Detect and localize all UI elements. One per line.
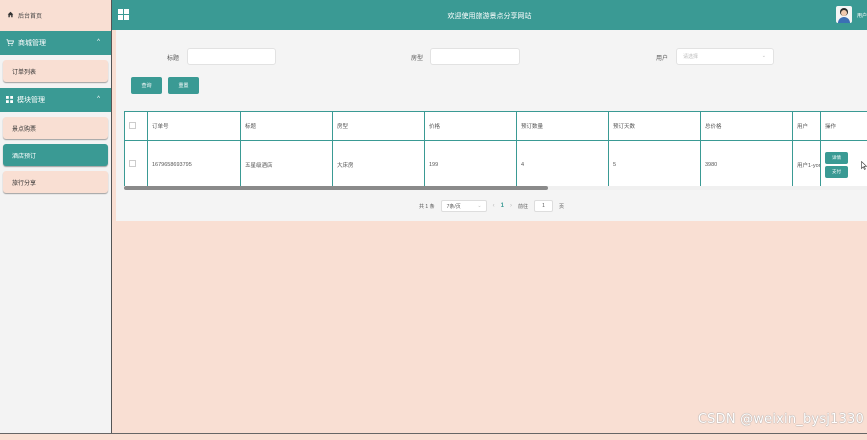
sidebar-item-hotel-booking[interactable]: 酒店预订 bbox=[3, 144, 108, 166]
price-cell: 199 bbox=[424, 140, 517, 189]
home-icon bbox=[7, 11, 14, 20]
sidebar-item-label: 酒店预订 bbox=[12, 153, 37, 160]
chevron-up-icon: ^ bbox=[97, 39, 100, 45]
sidebar-group-label: 商城管理 bbox=[18, 40, 46, 47]
room-filter-input[interactable] bbox=[430, 48, 520, 65]
column-header: 用户 bbox=[792, 111, 821, 141]
header-user-label[interactable]: 用户 bbox=[857, 12, 867, 19]
orders-table: 订单号 标题 房型 价格 预订数量 预订天数 总价格 用户 操作 1679658… bbox=[124, 111, 867, 190]
table-header-row: 订单号 标题 房型 价格 预订数量 预订天数 总价格 用户 操作 bbox=[124, 111, 867, 141]
prev-page-icon[interactable]: ‹ bbox=[493, 203, 495, 209]
row-checkbox[interactable] bbox=[129, 160, 136, 167]
pay-button[interactable]: 支付 bbox=[825, 165, 848, 178]
bottom-divider bbox=[0, 433, 867, 434]
scrollbar-thumb[interactable] bbox=[124, 186, 548, 190]
select-all-checkbox[interactable] bbox=[129, 121, 136, 129]
table-scrollbar[interactable] bbox=[124, 186, 867, 190]
chevron-down-icon: ⌄ bbox=[477, 203, 482, 209]
avatar[interactable] bbox=[836, 6, 852, 23]
sidebar-home[interactable]: 后台首页 bbox=[0, 0, 111, 31]
page-title: 欢迎使用旅游景点分享网站 bbox=[447, 13, 532, 20]
chevron-down-icon: ⌄ bbox=[761, 53, 766, 59]
sidebar-group-mall[interactable]: 商城管理 ^ bbox=[0, 31, 111, 55]
sidebar-item-tickets[interactable]: 景点购票 bbox=[3, 117, 108, 139]
sidebar-home-label: 后台首页 bbox=[18, 14, 43, 20]
reset-button[interactable]: 重置 bbox=[168, 77, 199, 94]
days-cell: 5 bbox=[608, 140, 701, 189]
total-cell: 3980 bbox=[700, 140, 793, 189]
table-row: 1679658693795 五星级酒店 大床房 199 4 5 3980 用户1… bbox=[124, 140, 867, 189]
select-all-cell[interactable] bbox=[124, 111, 148, 141]
sidebar-item-label: 景点购票 bbox=[12, 126, 37, 133]
mouse-cursor-icon bbox=[861, 161, 867, 170]
room-cell: 大床房 bbox=[332, 140, 425, 189]
column-header: 房型 bbox=[332, 111, 425, 141]
total-count: 共 1 条 bbox=[419, 203, 435, 210]
column-header: 标题 bbox=[240, 111, 333, 141]
sidebar-item-orders[interactable]: 订单列表 bbox=[3, 60, 108, 82]
user-filter-select[interactable]: 请选择 ⌄ bbox=[676, 48, 774, 65]
column-header: 操作 bbox=[820, 111, 867, 141]
sidebar-item-label: 旅行分享 bbox=[12, 180, 37, 187]
chevron-up-icon: ^ bbox=[97, 96, 100, 102]
title-filter-label: 标题 bbox=[167, 56, 180, 62]
title-filter-input[interactable] bbox=[187, 48, 276, 65]
pagination: 共 1 条 7条/页 ⌄ ‹ 1 › 前往 1 页 bbox=[116, 200, 867, 212]
page-size-select[interactable]: 7条/页 ⌄ bbox=[440, 200, 487, 212]
page-size-value: 7条/页 bbox=[446, 203, 461, 210]
user-filter-label: 用户 bbox=[656, 56, 669, 62]
watermark: CSDN @weixin_bysj1330 bbox=[697, 412, 864, 427]
sidebar-group-label: 模块管理 bbox=[17, 97, 45, 104]
order-number-cell: 1679658693795 bbox=[147, 140, 241, 189]
user-cell: 用户1-yong bbox=[792, 140, 821, 189]
grid-icon bbox=[6, 95, 13, 105]
column-header: 总价格 bbox=[700, 111, 793, 141]
content-panel: 标题 房型 用户 请选择 ⌄ 查询 重置 订单号 标题 房型 价格 预订数量 预… bbox=[116, 30, 867, 221]
details-button[interactable]: 详情 bbox=[825, 151, 848, 164]
top-header: 欢迎使用旅游景点分享网站 用户 bbox=[112, 0, 867, 30]
goto-page-input[interactable]: 1 bbox=[533, 200, 553, 212]
column-header: 预订数量 bbox=[516, 111, 609, 141]
goto-label: 前往 bbox=[517, 203, 528, 210]
search-button[interactable]: 查询 bbox=[131, 77, 162, 94]
column-header: 订单号 bbox=[147, 111, 241, 141]
column-header: 价格 bbox=[424, 111, 517, 141]
page-suffix: 页 bbox=[558, 203, 564, 210]
sidebar-group-modules[interactable]: 模块管理 ^ bbox=[0, 88, 111, 112]
quantity-cell: 4 bbox=[516, 140, 609, 189]
current-page[interactable]: 1 bbox=[501, 203, 504, 209]
cart-icon bbox=[6, 38, 15, 48]
column-header: 预订天数 bbox=[608, 111, 701, 141]
user-filter-placeholder: 请选择 bbox=[683, 54, 699, 60]
sidebar-item-label: 订单列表 bbox=[12, 69, 37, 76]
sidebar: 后台首页 商城管理 ^ 订单列表 模块管理 ^ 景点购票 酒店预订 旅行分享 bbox=[0, 0, 112, 433]
sidebar-item-travel-share[interactable]: 旅行分享 bbox=[3, 171, 108, 193]
title-cell: 五星级酒店 bbox=[240, 140, 333, 189]
row-select-cell[interactable] bbox=[124, 140, 148, 189]
next-page-icon[interactable]: › bbox=[510, 203, 512, 209]
room-filter-label: 房型 bbox=[411, 56, 424, 62]
